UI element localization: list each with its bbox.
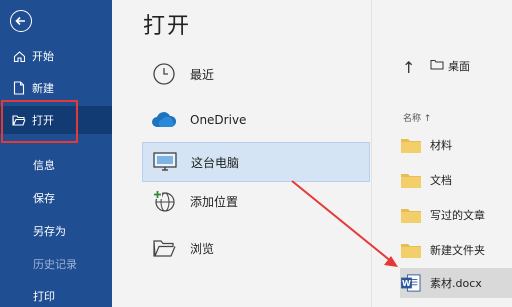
location-browse[interactable]: 浏览 <box>142 228 370 268</box>
sidebar-item-label: 打开 <box>32 114 54 127</box>
home-icon <box>12 49 26 63</box>
sidebar-item-home[interactable]: 开始 <box>0 42 112 70</box>
sidebar-item-label: 信息 <box>33 159 55 172</box>
folder-item[interactable]: 新建文件夹 <box>400 235 512 265</box>
computer-icon <box>151 148 179 176</box>
page-title: 打开 <box>143 14 192 39</box>
sidebar-item-print[interactable]: 打印 <box>0 282 112 307</box>
sidebar-item-label: 保存 <box>33 192 55 205</box>
sidebar-item-info[interactable]: 信息 <box>0 151 112 179</box>
cloud-icon <box>150 106 178 134</box>
back-button[interactable] <box>10 10 32 32</box>
file-item-selected[interactable]: W 素材.docx <box>400 268 512 298</box>
name-column-header[interactable]: 名称 ↑ <box>403 111 431 124</box>
up-arrow-icon[interactable]: ↑ <box>402 58 415 77</box>
backstage-sidebar: 开始 新建 打开 信息 保存 另存为 历史记录 打印 <box>0 0 112 307</box>
location-onedrive[interactable]: OneDrive <box>142 100 370 140</box>
sidebar-item-label: 历史记录 <box>33 258 77 271</box>
file-name: 写过的文章 <box>430 209 485 222</box>
folder-icon <box>401 244 421 258</box>
breadcrumb-current: 桌面 <box>448 60 470 73</box>
new-document-icon <box>12 81 26 95</box>
clock-icon <box>150 60 178 88</box>
folder-icon <box>401 139 421 153</box>
sidebar-item-label: 开始 <box>32 50 54 63</box>
location-label: OneDrive <box>190 113 247 127</box>
sidebar-item-label: 新建 <box>32 82 54 95</box>
word-document-icon: W <box>401 274 421 292</box>
file-name: 材料 <box>430 139 452 152</box>
folder-icon <box>401 209 421 223</box>
sidebar-item-save-as[interactable]: 另存为 <box>0 217 112 245</box>
sidebar-item-save[interactable]: 保存 <box>0 184 112 212</box>
panel-divider <box>371 0 372 307</box>
file-name: 新建文件夹 <box>430 244 485 257</box>
location-label: 最近 <box>190 67 215 82</box>
sidebar-item-label: 打印 <box>33 290 55 303</box>
sidebar-item-open[interactable]: 打开 <box>0 106 112 134</box>
back-arrow-icon <box>15 16 25 26</box>
folder-item[interactable]: 文档 <box>400 165 512 195</box>
location-this-pc[interactable]: 这台电脑 <box>142 142 370 182</box>
location-label: 浏览 <box>190 241 215 256</box>
sidebar-item-label: 另存为 <box>33 225 66 238</box>
file-name: 素材.docx <box>430 277 482 290</box>
file-name: 文档 <box>430 174 452 187</box>
folder-icon <box>401 174 421 188</box>
folder-item[interactable]: 材料 <box>400 130 512 160</box>
open-folder-icon <box>12 113 26 127</box>
breadcrumb[interactable]: 桌面 <box>430 58 470 74</box>
folder-outline-icon <box>430 59 444 73</box>
location-recent[interactable]: 最近 <box>142 54 370 94</box>
location-label: 添加位置 <box>190 194 239 209</box>
add-globe-icon <box>150 187 178 215</box>
sidebar-item-new[interactable]: 新建 <box>0 74 112 102</box>
folder-item[interactable]: 写过的文章 <box>400 200 512 230</box>
sidebar-item-history: 历史记录 <box>0 250 112 278</box>
svg-text:W: W <box>402 278 411 288</box>
folder-open-icon <box>150 234 178 262</box>
location-label: 这台电脑 <box>191 155 240 170</box>
location-add-place[interactable]: 添加位置 <box>142 181 370 221</box>
